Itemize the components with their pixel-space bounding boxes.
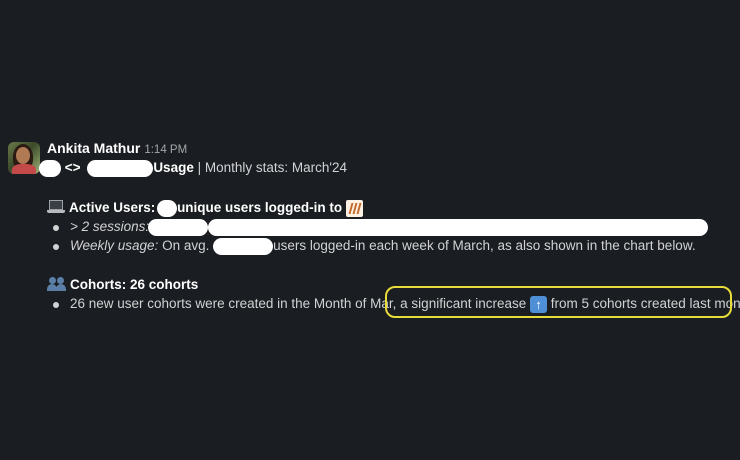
author-name[interactable]: Ankita Mathur [47,140,140,156]
laptop-icon [47,200,65,214]
people-icon [47,277,67,291]
highlight-annotation [385,286,732,318]
message-content: Ankita Mathur 1:14 PM <> Usage | Monthly … [39,139,740,313]
sessions-label: > 2 sessions: [70,219,150,234]
cohorts-heading: Cohorts: 26 cohorts [47,275,198,294]
weekly-usage-text: On avg. [158,238,214,253]
timestamp[interactable]: 1:14 PM [144,144,187,156]
list-item-weekly-usage: Weekly usage: On avg. users logged-in ea… [70,236,696,255]
cohorts-text: 26 new user cohorts were created in the … [70,296,397,311]
active-users-label: Active Users: [69,200,156,215]
bullet-dot [53,225,59,231]
redacted-block [39,159,61,177]
active-users-text: unique users logged-in to [177,200,343,215]
app-logo-icon [345,199,363,217]
weekly-usage-text-2: users logged-in each week of March, as a… [273,238,696,253]
redacted-block [157,199,178,217]
redacted-block [213,237,274,255]
message-title: <> Usage | Monthly stats: March'24 [39,158,347,177]
weekly-usage-label: Weekly usage: [70,238,159,253]
list-item-sessions: > 2 sessions: [70,217,708,236]
message-header: Ankita Mathur 1:14 PM [47,139,736,158]
title-separator: <> [64,160,81,175]
redacted-block [207,218,708,236]
title-usage: Usage [153,160,194,175]
cohorts-label: Cohorts: 26 cohorts [70,277,199,292]
bullet-dot [53,244,59,250]
bullet-dot [53,302,59,308]
active-users-heading: Active Users: unique users logged-in to [47,198,363,217]
redacted-block [147,218,208,236]
redacted-block [87,159,154,177]
title-rest: | Monthly stats: March'24 [193,160,347,175]
avatar[interactable] [8,142,40,174]
